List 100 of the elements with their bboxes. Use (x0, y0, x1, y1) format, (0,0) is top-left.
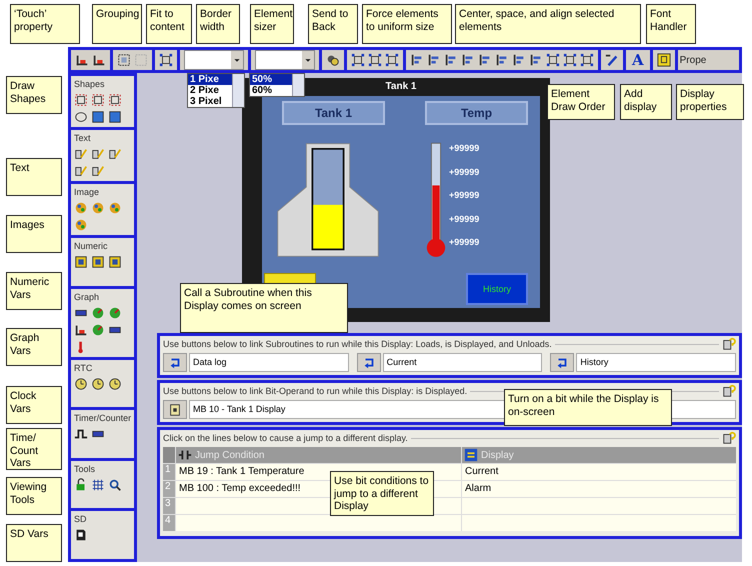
section-title: Text (74, 133, 92, 143)
scale-reading: +99999 (449, 214, 480, 224)
zoom-icon[interactable] (108, 478, 122, 492)
resize-icon[interactable] (368, 53, 382, 67)
ellipse-icon[interactable] (74, 110, 88, 124)
text-edit-icon[interactable] (108, 147, 122, 161)
subroutine-field[interactable]: History (576, 353, 736, 372)
chart-icon[interactable] (75, 53, 89, 67)
help-icon[interactable] (722, 337, 736, 351)
display-label: Temp (425, 101, 528, 125)
dropdown-option[interactable]: 60% (250, 85, 292, 96)
align-icon[interactable] (410, 53, 424, 67)
align-icon[interactable] (478, 53, 492, 67)
gauge-icon[interactable] (91, 322, 105, 337)
dropdown-option[interactable]: 1 Pixe (188, 74, 232, 85)
text-edit-icon[interactable] (91, 164, 105, 178)
grid-icon[interactable] (91, 478, 105, 492)
subroutine-button[interactable] (550, 353, 574, 372)
image-icon[interactable] (74, 218, 88, 232)
square-icon[interactable] (108, 110, 122, 124)
dropdown-option[interactable]: 50% (250, 74, 292, 85)
annotation-tooltip: ‘Touch’ property (10, 4, 80, 44)
subroutine-button[interactable] (356, 353, 381, 372)
subroutine-field[interactable]: Data log (189, 353, 349, 372)
resize-icon[interactable] (159, 53, 173, 67)
section-title: Shapes (74, 79, 106, 89)
history-button[interactable]: History (466, 273, 528, 305)
resize-icon[interactable] (351, 53, 365, 67)
table-cell[interactable]: Current (462, 464, 736, 480)
gauge-icon[interactable] (91, 306, 105, 320)
align-icon[interactable] (529, 53, 543, 67)
section-title: SD (74, 514, 88, 524)
text-edit-icon[interactable] (74, 164, 88, 178)
scale-reading: +99999 (449, 190, 480, 200)
text-edit-icon[interactable] (91, 147, 105, 161)
align-icon[interactable] (495, 53, 509, 67)
align-icon[interactable] (427, 53, 441, 67)
gauge-icon[interactable] (108, 306, 122, 320)
align-icon[interactable] (461, 53, 475, 67)
annotation-tooltip: Call a Subroutine when this Display comes on screen (180, 283, 348, 333)
resize-icon[interactable] (580, 53, 594, 67)
row-number: 4 (163, 515, 175, 531)
scale-reading: +99999 (449, 237, 480, 247)
section-title: Tools (74, 464, 96, 474)
section-title: RTC (74, 362, 94, 373)
annotation-tooltip: Send to Back (308, 4, 358, 44)
row-number: 2 (163, 481, 175, 497)
properties-button[interactable]: Prope (680, 54, 706, 66)
image-icon[interactable] (108, 201, 122, 215)
dropdown-option[interactable]: 2 Pixe (188, 85, 232, 96)
shape-icon[interactable] (74, 93, 88, 107)
dropdown-option[interactable]: 3 Pixel (188, 96, 232, 107)
help-icon[interactable] (722, 384, 736, 398)
annotation-tooltip: Display properties (676, 84, 744, 120)
annotation-tooltip: Add display (620, 84, 672, 120)
shape-icon[interactable] (91, 93, 105, 107)
text-edit-icon[interactable] (74, 147, 88, 161)
annotation-tooltip: Element Draw Order (547, 84, 615, 120)
clock-icon[interactable] (91, 376, 105, 391)
numeric-icon[interactable] (91, 255, 105, 269)
pulse-icon[interactable] (74, 427, 88, 442)
section-title: Image (74, 187, 100, 197)
numeric-icon[interactable] (108, 255, 122, 269)
table-cell[interactable]: Alarm (462, 481, 736, 497)
annotation-tooltip: Force elements to uniform size (362, 4, 452, 44)
align-icon[interactable] (444, 53, 458, 67)
table-cell[interactable] (462, 515, 736, 531)
scrollbar[interactable] (292, 74, 304, 96)
section-title: Timer/Counter (74, 413, 131, 424)
resize-icon[interactable] (385, 53, 399, 67)
group-icon[interactable] (117, 53, 131, 67)
annotation-tooltip: Center, space, and align selected elements (455, 4, 641, 44)
pencil-icon[interactable] (605, 53, 619, 67)
square-icon[interactable] (91, 110, 105, 124)
panel-caption: Use buttons below to link Bit-Operand to run while this Display: is Displayed. (163, 386, 468, 396)
resize-icon[interactable] (563, 53, 577, 67)
bit-button[interactable] (163, 400, 187, 419)
align-icon[interactable] (512, 53, 526, 67)
chart-icon[interactable] (74, 322, 88, 337)
image-icon[interactable] (74, 201, 88, 215)
scrollbar[interactable] (232, 74, 244, 107)
clock-icon[interactable] (74, 376, 88, 391)
image-icon[interactable] (91, 201, 105, 215)
clock-icon[interactable] (108, 376, 122, 391)
subroutine-field[interactable]: Current (382, 353, 542, 372)
bit-icon (168, 402, 182, 416)
chart-icon[interactable] (92, 53, 106, 67)
table-cell[interactable] (176, 515, 461, 531)
numeric-icon[interactable] (74, 255, 88, 269)
annotation-tooltip: Text (6, 158, 62, 196)
resize-icon[interactable] (546, 53, 560, 67)
shape-icon[interactable] (108, 93, 122, 107)
subroutine-icon (168, 356, 182, 370)
table-cell[interactable] (462, 498, 736, 514)
subroutine-icon (555, 356, 570, 370)
subroutine-button[interactable] (163, 353, 187, 372)
sd-card-icon[interactable] (74, 528, 88, 542)
annotation-tooltip: Time/ Count Vars (6, 428, 62, 470)
help-icon[interactable] (722, 431, 736, 445)
layers-icon[interactable] (326, 53, 340, 67)
